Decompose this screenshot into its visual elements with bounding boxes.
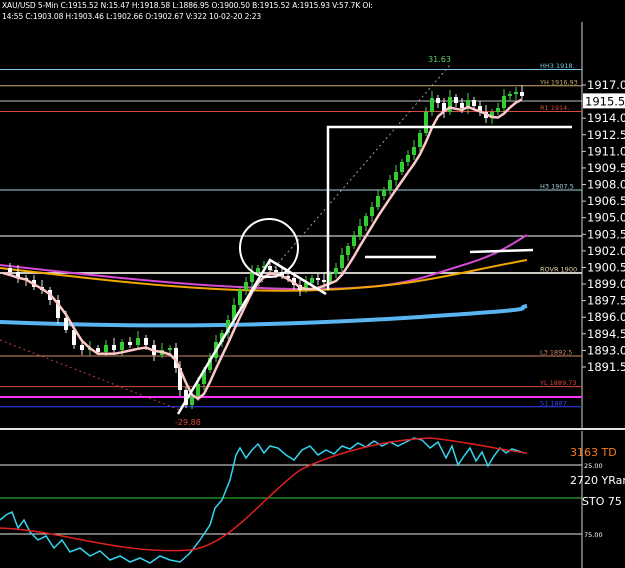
candle-body	[436, 98, 440, 103]
candle-body	[520, 92, 524, 96]
y-tick-label: 1917.00	[587, 78, 625, 92]
high-annotation: 31.63	[428, 55, 451, 64]
candle-body	[196, 384, 200, 396]
ma-long-line	[0, 304, 528, 328]
candle-body	[376, 196, 380, 207]
candle-body	[394, 172, 398, 180]
level-label: R1 1914.	[540, 104, 569, 112]
drawn-segment	[469, 248, 534, 254]
candle-body	[340, 255, 344, 268]
y-tick-label: 1912.50	[587, 128, 625, 142]
candle-body	[80, 345, 84, 350]
candle-body	[256, 268, 260, 272]
osc-tick-25: 25.00	[584, 462, 603, 470]
y-tick-label: 1905.00	[587, 211, 625, 225]
candle-body	[514, 92, 518, 94]
candle-body	[128, 342, 132, 345]
candle-body	[190, 396, 194, 405]
stochastic-line	[0, 437, 525, 564]
y-tick-label: 1899.00	[587, 277, 625, 291]
candle-body	[238, 290, 242, 305]
trading-chart-window: XAU/USD 5-Min C:1915.52 N:15.47 H:1918.5…	[0, 0, 625, 568]
level-label: S1 1887.	[540, 399, 569, 407]
y-tick-label: 1906.50	[587, 194, 625, 208]
candle-body	[424, 112, 428, 133]
candle-body	[388, 180, 392, 190]
candle-body	[406, 155, 410, 162]
candle-body	[352, 236, 356, 246]
drawn-box-line	[326, 125, 572, 290]
candle-body	[460, 103, 464, 108]
chart-canvas[interactable]: 1917.00 1914.00 1912.50 1911.00 1909.50 1908.…	[0, 0, 625, 568]
candle-body	[322, 280, 326, 282]
y-tick-label: 1893.00	[587, 343, 625, 357]
osc-label-td: 3163 TD	[570, 446, 617, 459]
y-tick-label: 1911.00	[587, 144, 625, 158]
candle-body	[358, 226, 362, 236]
candle-body	[112, 345, 116, 350]
osc-label-yrange: 2720 YRang	[570, 474, 625, 487]
level-label: YH 1916.93	[539, 78, 578, 86]
candle-body	[8, 268, 12, 272]
candle-body	[334, 268, 338, 274]
candle-body	[496, 108, 500, 112]
candle-body	[454, 97, 458, 103]
y-tick-label: 1894.50	[587, 327, 625, 341]
y-tick-label: 1908.00	[587, 178, 625, 192]
candle-body	[268, 266, 272, 270]
candle-body	[364, 216, 368, 226]
level-label: YL 1889.73	[539, 379, 577, 387]
y-tick-label: 1900.50	[587, 260, 625, 274]
level-label: L3 1892.5	[540, 348, 573, 356]
y-tick-label: 1891.50	[587, 360, 625, 374]
candle-body	[136, 338, 140, 345]
osc-label-sto: STO 75	[582, 495, 622, 508]
candle-body	[168, 348, 172, 350]
osc-tick-75: 75.00	[584, 531, 603, 539]
y-tick-label: 1897.50	[587, 294, 625, 308]
ma-short-line	[2, 98, 523, 401]
candle-body	[244, 282, 248, 290]
candle-body	[400, 162, 404, 172]
candle-body	[316, 278, 320, 280]
candle-body	[412, 147, 416, 155]
candle-body	[310, 278, 314, 283]
candle-body	[120, 342, 124, 350]
y-tick-label: 1903.50	[587, 227, 625, 241]
candle-body	[508, 94, 512, 96]
candle-body	[104, 345, 108, 352]
y-tick-label: 1914.00	[587, 111, 625, 125]
candle-body	[418, 133, 422, 147]
y-tick-label: 1909.50	[587, 161, 625, 175]
low-annotation: -29.88	[175, 418, 201, 427]
candle-body	[370, 207, 374, 216]
candle-body	[430, 98, 434, 112]
y-tick-label: 1902.00	[587, 244, 625, 258]
candle-body	[472, 100, 476, 106]
candle-body	[274, 270, 278, 272]
candle-body	[346, 246, 350, 255]
level-label: HH3 1918.	[540, 62, 575, 70]
candle-body	[382, 190, 386, 196]
candle-body	[502, 96, 506, 108]
candle-body	[64, 318, 68, 330]
last-price-label: 1915.52	[585, 94, 625, 108]
candlestick-series	[8, 85, 524, 409]
level-label: H3 1907.5	[540, 183, 574, 191]
y-tick-label: 1896.00	[587, 310, 625, 324]
candle-body	[144, 338, 148, 345]
